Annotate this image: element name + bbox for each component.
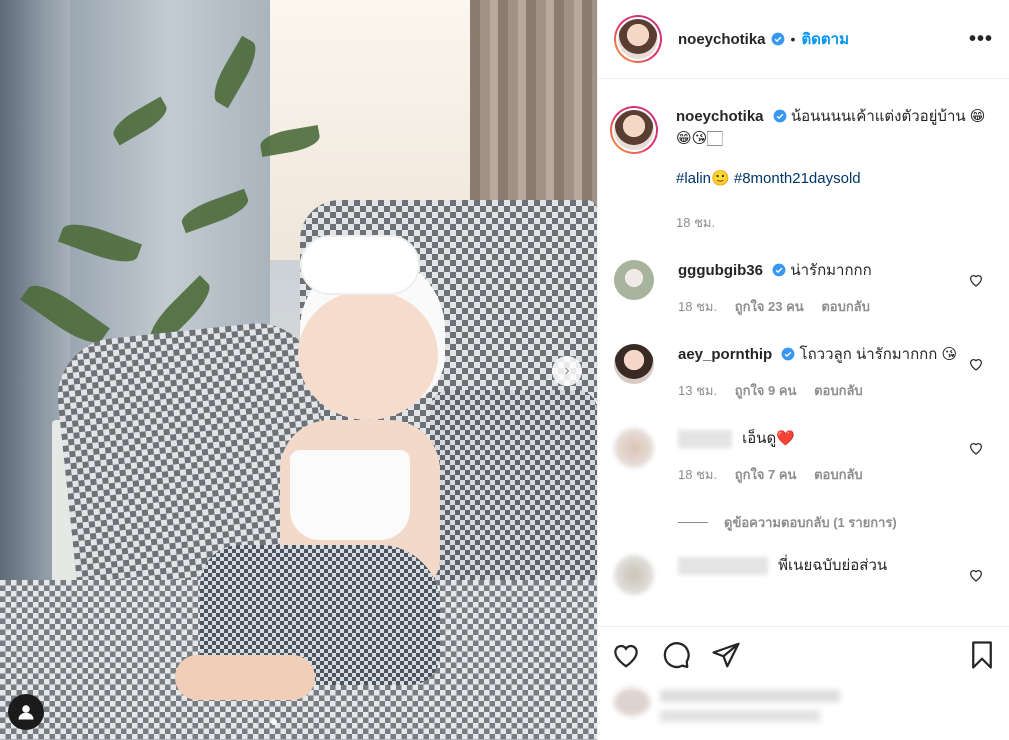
user-icon [18,705,34,720]
heart-icon[interactable] [968,567,984,583]
timestamp[interactable]: 18 ชม. [678,467,717,482]
likes-count[interactable]: ถูกใจ 7 คน [735,467,797,482]
next-photo-button[interactable]: › [552,356,582,386]
comment-username[interactable] [678,557,768,576]
verified-badge-icon [773,109,787,123]
share-button[interactable] [706,635,746,675]
reply-button[interactable]: ตอบกลับ [814,467,863,482]
comment-username[interactable]: gggubgib36 [678,262,763,279]
timestamp[interactable]: 13 ชม. [678,383,717,398]
header-separator: • [790,31,796,47]
caption-username[interactable]: noeychotika [676,108,764,125]
save-button[interactable] [962,635,1002,675]
bookmark-icon [972,640,992,669]
comment-text: พี่เนยฉบับย่อส่วน [778,557,888,574]
avatar[interactable] [614,344,654,384]
avatar[interactable] [614,15,662,63]
divider [678,522,708,523]
avatar[interactable] [614,555,654,595]
comment-text: โถววลูก น่ารักมากกก 😘 [799,346,958,363]
post-header: noeychotika • ติดตาม ••• [598,0,1009,79]
comment: gggubgib36 น่ารักมากกก 18 ชม. ถูกใจ 23 ค… [614,260,994,318]
comment-username[interactable] [678,430,732,449]
comment-button[interactable] [656,635,696,675]
more-options-icon[interactable]: ••• [969,28,993,51]
comment-icon [663,641,690,668]
comment: พี่เนยฉบับย่อส่วน [614,555,994,595]
hashtags: #lalin🙂 #8month21daysold [676,168,994,190]
send-icon [712,642,740,667]
view-replies-label: ดูข้อความตอบกลับ (1 รายการ) [724,515,897,530]
follow-button[interactable]: ติดตาม [801,27,849,51]
verified-badge-icon [772,263,786,277]
caption-time: 18 ชม. [676,212,994,234]
header-username[interactable]: noeychotika [678,31,766,48]
like-button[interactable] [606,635,646,675]
verified-badge-icon [781,347,795,361]
comment-meta: 13 ชม. ถูกใจ 9 คน ตอบกลับ [678,380,957,402]
likes-count[interactable]: ถูกใจ 23 คน [735,299,804,314]
comment-username[interactable]: aey_pornthip [678,346,772,363]
heart-icon[interactable] [968,272,984,288]
hashtag-link[interactable]: #8month21daysold [734,170,861,187]
avatar[interactable] [610,106,658,154]
liked-by-blurred [608,682,1008,740]
hashtag-link[interactable]: #lalin🙂 [676,170,730,187]
baby-feet [175,655,315,700]
comment-text: เอ็นดู❤️ [742,430,795,447]
comments-list[interactable]: noeychotika น้อนนนนเค้าแต่งตัวอยู่บ้าน 😁… [598,80,1009,626]
reply-button[interactable]: ตอบกลับ [821,299,870,314]
chevron-right-icon: › [564,362,570,379]
comment: เอ็นดู❤️ 18 ชม. ถูกใจ 7 คน ตอบกลับ [614,428,994,486]
post-details-panel: noeychotika • ติดตาม ••• noeychotika น้อ [597,0,1009,740]
post-actions [598,626,1009,682]
carousel-dot [271,719,277,725]
carousel-indicator [271,719,277,725]
avatar[interactable] [614,428,654,468]
timestamp[interactable]: 18 ชม. [676,215,715,230]
turban-bow [300,235,420,295]
heart-icon[interactable] [968,356,984,372]
comment-meta: 18 ชม. ถูกใจ 23 คน ตอบกลับ [678,296,884,318]
comment-meta: 18 ชม. ถูกใจ 7 คน ตอบกลับ [678,464,877,486]
heart-icon [614,644,638,668]
baby-face [298,290,438,420]
view-replies-button[interactable]: ดูข้อความตอบกลับ (1 รายการ) [678,512,994,533]
baby-top [290,450,410,540]
reply-button[interactable]: ตอบกลับ [814,383,863,398]
likes-count[interactable]: ถูกใจ 9 คน [735,383,797,398]
heart-icon[interactable] [968,440,984,456]
post-photo[interactable]: › [0,0,597,740]
post-caption: noeychotika น้อนนนนเค้าแต่งตัวอยู่บ้าน 😁… [610,106,994,234]
avatar[interactable] [614,260,654,300]
verified-badge-icon [771,32,784,46]
comment: aey_pornthip โถววลูก น่ารักมากกก 😘 13 ชม… [614,344,994,402]
tagged-users-button[interactable] [8,694,44,730]
comment-text: น่ารักมากกก [790,262,872,279]
timestamp[interactable]: 18 ชม. [678,299,717,314]
